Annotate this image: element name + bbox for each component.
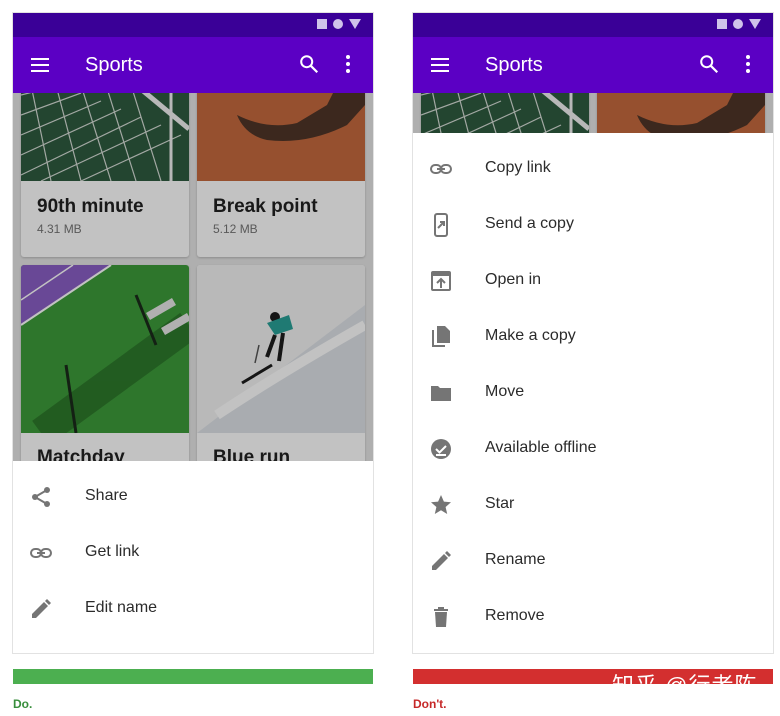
share-icon [32,487,50,507]
sheet-item-send-a-copy[interactable]: Send a copy [413,197,773,253]
sheet-item-label: Remove [485,607,545,624]
sheet-item-label: Send a copy [485,215,574,232]
scrim-overlay[interactable] [413,93,773,133]
sheet-item-get-link[interactable]: Get link [13,525,373,581]
status-bar [13,13,373,37]
status-circle-icon [333,19,343,29]
sheet-item-label: Make a copy [485,327,576,344]
pencil-icon [432,551,451,570]
sheet-item-share[interactable]: Share [13,469,373,525]
sheet-item-label: Edit name [85,599,158,616]
sheet-item-label: Open in [485,271,542,288]
watermark: 知乎 @行者陈 [612,673,758,698]
status-square-icon [717,19,727,29]
sheet-item-make-a-copy[interactable]: Make a copy [413,309,773,365]
copy-icon [432,326,450,347]
do-example-phone: Sports 90th minute 4.31 MB Break point 5… [13,13,373,653]
sheet-item-copy-link[interactable]: Copy link [413,141,773,197]
sheet-item-label: Rename [485,551,546,568]
do-bar [13,669,373,684]
status-square-icon [317,19,327,29]
offline-check-icon [431,439,451,459]
more-vert-icon[interactable] [346,55,350,76]
sheet-item-available-offline[interactable]: Available offline [413,421,773,477]
sheet-item-remove[interactable]: Remove [413,589,773,645]
search-icon[interactable] [298,53,320,75]
bottom-sheet: Share Get link Edit name [13,461,373,653]
link-icon [430,164,452,174]
sheet-item-rename[interactable]: Rename [413,533,773,589]
send-phone-icon [434,213,448,237]
folder-icon [431,386,451,401]
sheet-item-edit-name[interactable]: Edit name [13,581,373,637]
trash-icon [434,607,448,627]
sheet-item-move[interactable]: Move [413,365,773,421]
app-bar: Sports [13,37,373,93]
status-triangle-icon [349,19,361,29]
open-in-icon [431,271,451,291]
app-bar: Sports [413,37,773,93]
status-circle-icon [733,19,743,29]
status-bar [413,13,773,37]
sheet-item-label: Share [85,487,128,504]
menu-icon[interactable] [31,58,49,72]
more-vert-icon[interactable] [746,55,750,76]
sheet-item-star[interactable]: Star [413,477,773,533]
sheet-item-label: Get link [85,543,140,560]
menu-icon[interactable] [431,58,449,72]
star-icon [431,495,451,514]
sheet-item-label: Available offline [485,439,597,456]
status-triangle-icon [749,19,761,29]
sheet-item-label: Move [485,383,525,400]
sheet-item-label: Star [485,495,515,512]
scrim-overlay[interactable] [13,93,373,461]
dont-caption: Don't. [413,697,447,711]
app-bar-title: Sports [85,54,143,76]
sheet-item-open-in[interactable]: Open in [413,253,773,309]
link-icon [30,548,52,558]
bottom-sheet: Copy link Send a copy Open in Make a cop… [413,133,773,653]
do-caption: Do. [13,697,33,711]
sheet-item-label: Copy link [485,159,551,176]
search-icon[interactable] [698,53,720,75]
app-bar-title: Sports [485,54,543,76]
pencil-icon [32,599,51,618]
dont-example-phone: Sports Copy link Send a copy Open in Mak… [413,13,773,653]
